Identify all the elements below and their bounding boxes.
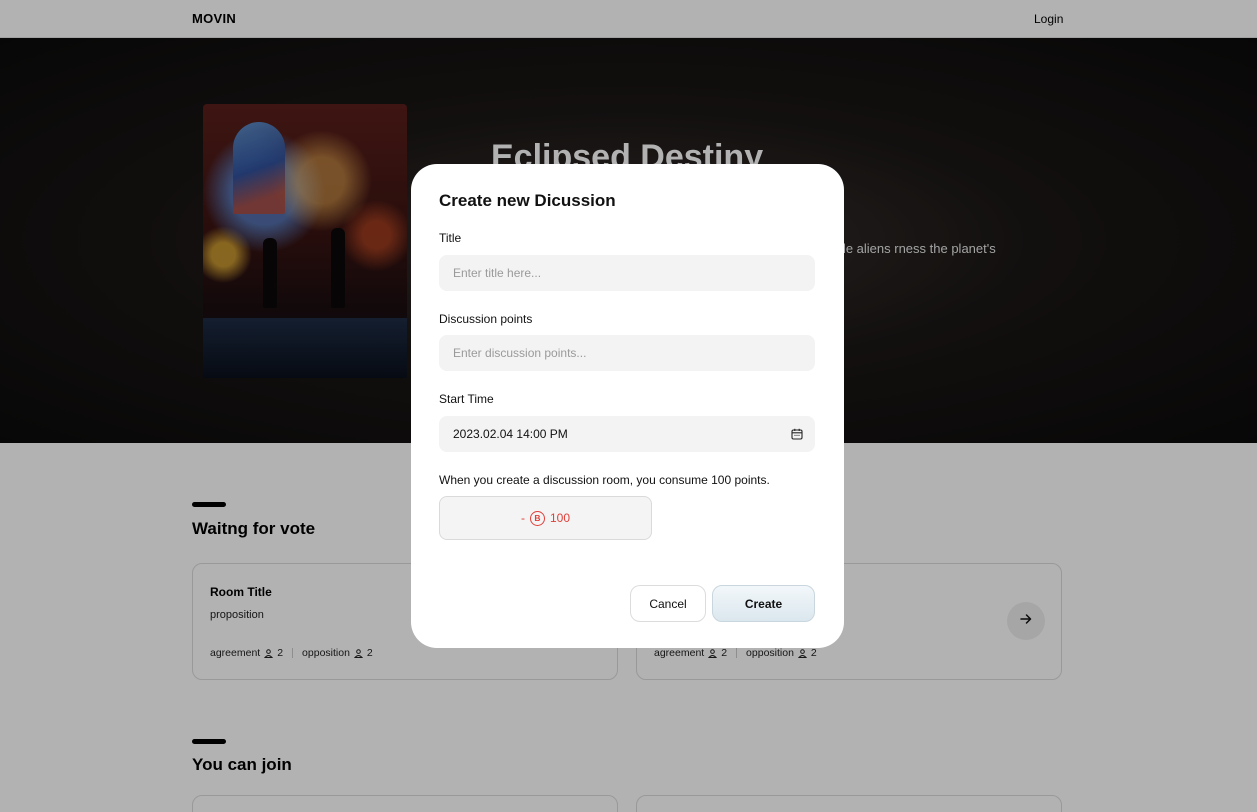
coin-icon: B xyxy=(529,510,545,526)
title-label: Title xyxy=(439,231,462,245)
modal-title: Create new Dicussion xyxy=(439,191,616,210)
points-cost-box: - B 100 xyxy=(439,496,652,540)
discussion-points-label: Discussion points xyxy=(439,312,533,326)
cost-value: 100 xyxy=(549,511,571,525)
title-input[interactable] xyxy=(439,255,815,291)
start-time-field[interactable]: 2023.02.04 14:00 PM xyxy=(439,416,815,452)
start-time-label: Start Time xyxy=(439,392,494,406)
cancel-button[interactable]: Cancel xyxy=(630,585,706,622)
discussion-points-input[interactable] xyxy=(439,335,815,371)
start-time-value: 2023.02.04 14:00 PM xyxy=(453,427,568,441)
cost-prefix: - xyxy=(520,511,525,525)
points-cost-note: When you create a discussion room, you c… xyxy=(439,473,770,487)
create-button[interactable]: Create xyxy=(712,585,815,622)
calendar-icon[interactable] xyxy=(791,428,803,443)
create-discussion-modal: Create new Dicussion Title Discussion po… xyxy=(411,164,844,648)
